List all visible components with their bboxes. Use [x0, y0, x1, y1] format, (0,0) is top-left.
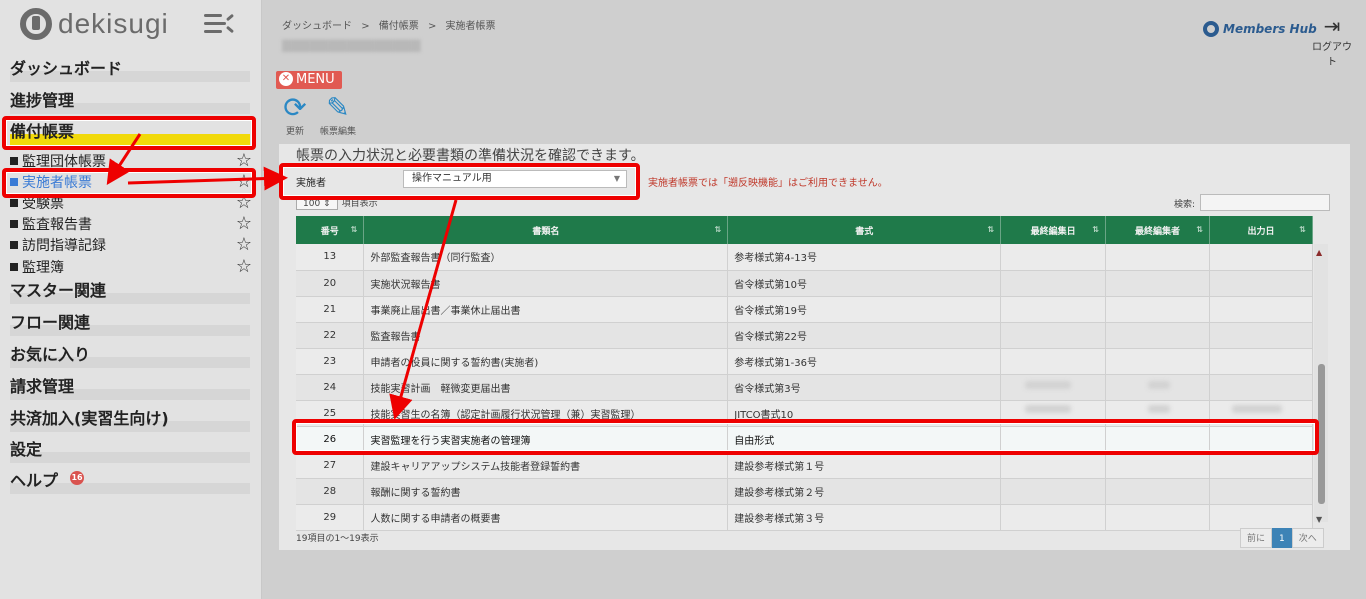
panel-description: 帳票の入力状況と必要書類の準備状況を確認できます。: [296, 148, 645, 164]
blurred-value: [1232, 405, 1282, 413]
members-hub-icon: [1203, 21, 1219, 37]
nav-settings[interactable]: 設定: [10, 439, 250, 463]
menu-button[interactable]: MENU: [276, 71, 342, 89]
blurred-value: [1025, 381, 1071, 389]
sidebar: dekisugi ダッシュボード 進捗管理 備付帳票 監理団体帳票 ☆ 実施者帳…: [0, 0, 262, 599]
table-row[interactable]: 29 人数に関する申請者の概要書 建設参考様式第３号: [296, 504, 1313, 531]
col-header-last-editor[interactable]: 最終編集者 ⇅: [1105, 216, 1211, 244]
prev-page-button[interactable]: 前に: [1240, 528, 1273, 548]
sort-icon: ⇅: [714, 225, 722, 234]
sort-icon: ⇅: [1092, 225, 1100, 234]
table-info: 19項目の1～19表示: [296, 534, 379, 544]
blurred-value: [1148, 381, 1170, 389]
sidebar-item-homon-shido[interactable]: 訪問指導記録 ☆: [10, 236, 252, 257]
warning-text: 実施者帳票では「遡反映機能」はご利用できません。: [648, 178, 888, 189]
annotation-box-row-26: [292, 419, 1319, 455]
dekisugi-logo[interactable]: dekisugi: [20, 6, 169, 42]
sidebar-item-kansa-hokoku[interactable]: 監査報告書 ☆: [10, 215, 252, 236]
star-icon[interactable]: ☆: [236, 236, 252, 254]
sidebar-item-kanribo[interactable]: 監理簿 ☆: [10, 258, 252, 279]
notification-badge: 16: [70, 471, 85, 485]
refresh-icon: ⟳: [283, 91, 307, 124]
search-label: 検索:: [1174, 200, 1196, 210]
nav-billing[interactable]: 請求管理: [10, 376, 250, 400]
bullet-icon: [10, 199, 18, 207]
edit-chohyo-button[interactable]: ✎ 帳票編集: [318, 91, 358, 138]
scrollbar-thumb[interactable]: [1318, 364, 1325, 504]
nav-favorites[interactable]: お気に入り: [10, 344, 250, 368]
breadcrumb-bitsuke[interactable]: 備付帳票: [379, 21, 419, 32]
bullet-icon: [10, 220, 18, 228]
col-header-output-date[interactable]: 出力日 ⇅: [1209, 216, 1313, 244]
breadcrumb-current: 実施者帳票: [445, 21, 496, 32]
table-row[interactable]: 20 実施状況報告書 省令様式第10号: [296, 270, 1313, 297]
star-icon[interactable]: ☆: [236, 258, 252, 276]
annotation-box-jisshisha: [2, 168, 256, 198]
breadcrumb: ダッシュボード > 備付帳票 > 実施者帳票: [282, 17, 502, 32]
star-icon[interactable]: ☆: [236, 215, 252, 233]
col-header-last-edit-date[interactable]: 最終編集日 ⇅: [1000, 216, 1107, 244]
nav-flow[interactable]: フロー関連: [10, 312, 250, 336]
sort-icon: ⇅: [1196, 225, 1204, 234]
sort-icon: ⇅: [1299, 225, 1306, 234]
table-row[interactable]: 22 監査報告書 省令様式第22号: [296, 322, 1313, 349]
bullet-icon: [10, 241, 18, 249]
logo-mark-icon: [20, 8, 52, 40]
pagination: 前に 1 次へ: [1240, 528, 1324, 548]
sort-icon: ⇅: [350, 225, 358, 234]
logo-text: dekisugi: [58, 8, 169, 39]
nav-kyosai[interactable]: 共済加入(実習生向け): [10, 408, 250, 432]
refresh-button[interactable]: ⟳ 更新: [275, 91, 315, 138]
search-input[interactable]: [1200, 194, 1330, 211]
blurred-value: [1025, 405, 1071, 413]
annotation-box-bitsuke: [2, 116, 256, 150]
next-page-button[interactable]: 次へ: [1291, 528, 1324, 548]
breadcrumb-separator: >: [361, 21, 370, 32]
table-row[interactable]: 23 申請者の役員に関する誓約書(実施者) 参考様式第1-36号: [296, 348, 1313, 375]
scroll-down-icon[interactable]: ▼: [1316, 515, 1322, 524]
table-row[interactable]: 21 事業廃止届出書／事業休止届出書 省令様式第19号: [296, 296, 1313, 323]
nav-master[interactable]: マスター関連: [10, 280, 250, 304]
annotation-box-filter: [279, 163, 640, 200]
logout-icon: ⇥: [1323, 14, 1341, 38]
table-row[interactable]: 13 外部監査報告書（同行監査） 参考様式第4-13号: [296, 244, 1313, 271]
col-header-name[interactable]: 書類名 ⇅: [363, 216, 729, 244]
sidebar-item-jukenhyo[interactable]: 受験票 ☆: [10, 194, 252, 215]
sidebar-collapse-icon[interactable]: [204, 12, 235, 34]
bullet-icon: [10, 263, 18, 271]
table-scrollbar[interactable]: ▲ ▼: [1314, 244, 1328, 524]
nav-help[interactable]: ヘルプ 16: [10, 470, 250, 494]
col-header-number[interactable]: 番号 ⇅: [296, 216, 365, 244]
blurred-subtitle: ▇▇▇▇▇▇▇▇▇▇▇▇▇▇▇: [282, 38, 421, 52]
blurred-value: [1148, 405, 1170, 413]
members-hub-link[interactable]: Members Hub: [1203, 21, 1317, 37]
logout-button[interactable]: ⇥ ログアウト: [1308, 14, 1356, 68]
edit-document-icon: ✎: [326, 91, 350, 124]
table-row[interactable]: 28 報酬に関する誓約書 建設参考様式第２号: [296, 478, 1313, 505]
breadcrumb-dashboard[interactable]: ダッシュボード: [282, 21, 352, 32]
sort-icon: ⇅: [987, 225, 995, 234]
chohyo-table: 番号 ⇅ 書類名 ⇅ 書式 ⇅ 最終編集日 ⇅ 最終編集者 ⇅ 出力日 ⇅ 13 外部監査報告…: [296, 216, 1313, 531]
nav-progress[interactable]: 進捗管理: [10, 90, 250, 114]
bullet-icon: [10, 157, 18, 165]
col-header-format[interactable]: 書式 ⇅: [727, 216, 1002, 244]
scroll-up-icon[interactable]: ▲: [1316, 248, 1322, 257]
page-1-button[interactable]: 1: [1272, 528, 1292, 548]
nav-dashboard[interactable]: ダッシュボード: [10, 58, 250, 82]
table-row[interactable]: 27 建設キャリアアップシステム技能者登録誓約書 建設参考様式第１号: [296, 452, 1313, 479]
breadcrumb-separator: >: [427, 21, 437, 32]
